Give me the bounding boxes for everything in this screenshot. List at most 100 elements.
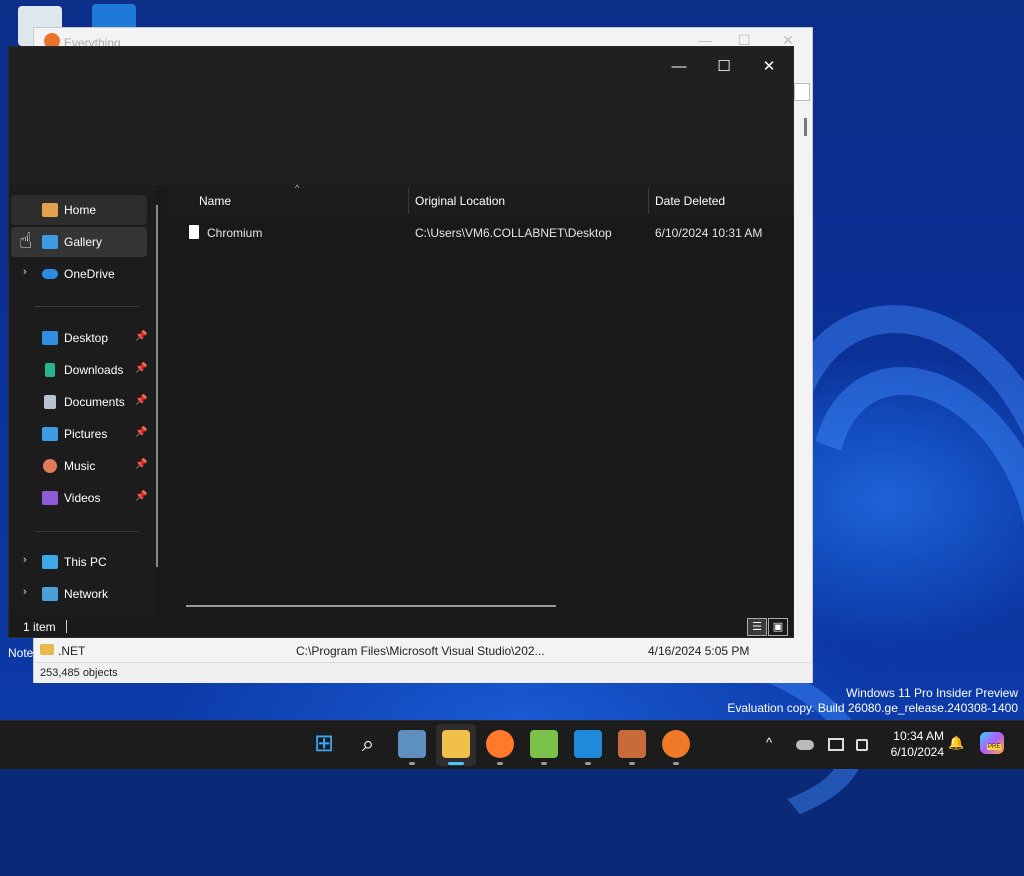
nav-item-home[interactable]: Home <box>11 195 147 225</box>
nav-item-label: Pictures <box>64 427 108 441</box>
running-indicator <box>673 762 679 765</box>
file-date-deleted[interactable]: 6/10/2024 10:31 AM <box>655 226 762 240</box>
file-icon <box>189 225 199 239</box>
running-indicator <box>629 762 635 765</box>
nav-item-pictures[interactable]: Pictures 📌 <box>11 419 147 449</box>
everything-row-date[interactable]: 4/16/2024 5:05 PM <box>648 644 749 658</box>
pin-icon: 📌 <box>135 395 148 406</box>
nav-item-music[interactable]: Music 📌 <box>11 451 147 481</box>
status-divider <box>66 620 67 633</box>
nav-item-label: Desktop <box>64 331 109 345</box>
nav-item-downloads[interactable]: Downloads 📌 <box>11 355 147 385</box>
pictures-icon <box>42 427 58 441</box>
details-view-button[interactable]: ☰ <box>747 618 767 636</box>
maximize-button[interactable]: ☐ <box>704 53 744 81</box>
onedrive-tray-icon[interactable] <box>796 740 814 750</box>
git-taskbar-icon[interactable] <box>618 730 646 758</box>
column-header-original-location[interactable]: Original Location <box>415 194 505 208</box>
videos-icon <box>42 491 58 505</box>
nav-item-network[interactable]: › Network <box>11 579 147 609</box>
column-divider[interactable] <box>648 188 649 214</box>
pin-icon: 📌 <box>135 363 148 374</box>
nav-item-label: OneDrive <box>64 267 115 281</box>
firefox-taskbar-icon[interactable] <box>486 730 514 758</box>
windows-evaluation-watermark: Windows 11 Pro Insider Preview Evaluatio… <box>727 686 1018 716</box>
network-icon <box>42 587 58 601</box>
everything-search-box-edge[interactable] <box>794 83 810 101</box>
tiles-view-button[interactable]: ▣ <box>768 618 788 636</box>
nav-divider <box>35 306 139 307</box>
nav-item-desktop[interactable]: Desktop 📌 <box>11 323 147 353</box>
column-header-bar: ^ Name Original Location Date Deleted <box>167 183 793 215</box>
search-icon[interactable]: ⌕ <box>354 730 382 758</box>
running-indicator <box>541 762 547 765</box>
desktop-icon-label[interactable]: Note <box>8 646 33 660</box>
notepad-plus-taskbar-icon[interactable] <box>530 730 558 758</box>
everything-row-name[interactable]: .NET <box>58 644 85 658</box>
clock-date: 6/10/2024 <box>890 745 944 759</box>
explorer-status-bar: 1 item ☰ ▣ <box>9 615 793 637</box>
taskbar[interactable]: ⊞ ⌕ ^ 10:34 AM 6/10/2024 🔔 PRE <box>0 720 1024 769</box>
notification-bell-icon[interactable]: 🔔 <box>948 735 964 751</box>
everything-row-path[interactable]: C:\Program Files\Microsoft Visual Studio… <box>296 644 545 658</box>
close-button[interactable]: ✕ <box>749 53 789 81</box>
chevron-right-icon[interactable]: › <box>23 266 27 278</box>
music-icon <box>43 459 57 473</box>
pin-icon: 📌 <box>135 491 148 502</box>
nav-item-label: Gallery <box>64 235 103 249</box>
nav-item-this-pc[interactable]: › This PC <box>11 547 147 577</box>
nav-item-videos[interactable]: Videos 📌 <box>11 483 147 513</box>
nav-item-documents[interactable]: Documents 📌 <box>11 387 147 417</box>
file-name[interactable]: Chromium <box>207 226 262 240</box>
folder-icon <box>40 644 54 655</box>
pin-icon: 📌 <box>135 331 148 342</box>
gallery-icon <box>42 235 58 249</box>
file-explorer-taskbar-icon[interactable] <box>442 730 470 758</box>
chevron-right-icon[interactable]: › <box>23 586 27 598</box>
downloads-icon <box>45 363 55 377</box>
horizontal-scrollbar[interactable] <box>186 605 556 607</box>
clock[interactable]: 10:34 AM 6/10/2024 <box>870 728 944 760</box>
file-original-location[interactable]: C:\Users\VM6.COLLABNET\Desktop <box>415 226 612 240</box>
column-divider[interactable] <box>408 188 409 214</box>
clock-time: 10:34 AM <box>893 729 944 743</box>
nav-pane-scrollbar[interactable] <box>156 205 158 567</box>
home-icon <box>42 203 58 217</box>
file-list[interactable]: ^ Name Original Location Date Deleted Ch… <box>167 183 793 615</box>
file-explorer-window[interactable]: — ☐ ✕ Home Gallery › OneDrive Desktop 📌 … <box>8 46 794 638</box>
start-button[interactable]: ⊞ <box>310 730 338 758</box>
everything-scrollbar[interactable] <box>804 118 807 136</box>
table-row[interactable]: Chromium C:\Users\VM6.COLLABNET\Desktop … <box>167 225 793 247</box>
display-tray-icon[interactable] <box>828 738 844 751</box>
pin-icon: 📌 <box>135 459 148 470</box>
watermark-line: Evaluation copy. Build 26080.ge_release.… <box>727 701 1018 715</box>
volume-muted-icon[interactable] <box>856 739 868 751</box>
everything-search-taskbar-icon[interactable] <box>662 730 690 758</box>
chevron-right-icon[interactable]: › <box>23 554 27 566</box>
column-header-name[interactable]: Name <box>199 194 231 208</box>
sort-ascending-icon: ^ <box>295 183 300 193</box>
virtualbox-taskbar-icon[interactable] <box>398 730 426 758</box>
running-indicator <box>497 762 503 765</box>
nav-item-label: Downloads <box>64 363 124 377</box>
vscode-taskbar-icon[interactable] <box>574 730 602 758</box>
item-count: 1 item <box>23 620 56 634</box>
watermark-line: Windows 11 Pro Insider Preview <box>846 686 1018 700</box>
nav-item-label: Network <box>64 587 109 601</box>
explorer-title-bar[interactable]: — ☐ ✕ <box>9 47 793 185</box>
nav-item-label: Videos <box>64 491 101 505</box>
everything-object-count: 253,485 objects <box>40 667 118 679</box>
minimize-button[interactable]: — <box>659 53 699 81</box>
running-indicator <box>585 762 591 765</box>
this-pc-icon <box>42 555 58 569</box>
nav-item-label: Music <box>64 459 96 473</box>
nav-item-onedrive[interactable]: › OneDrive <box>11 259 147 289</box>
everything-status-bar: 253,485 objects <box>34 662 812 683</box>
onedrive-icon <box>42 269 58 279</box>
pin-icon: 📌 <box>135 427 148 438</box>
hand-cursor-icon: ☝ <box>19 228 33 253</box>
nav-item-label: Documents <box>64 395 125 409</box>
show-hidden-icons-button[interactable]: ^ <box>766 735 772 750</box>
column-header-date-deleted[interactable]: Date Deleted <box>655 194 725 208</box>
copilot-icon[interactable]: PRE <box>980 732 1004 754</box>
